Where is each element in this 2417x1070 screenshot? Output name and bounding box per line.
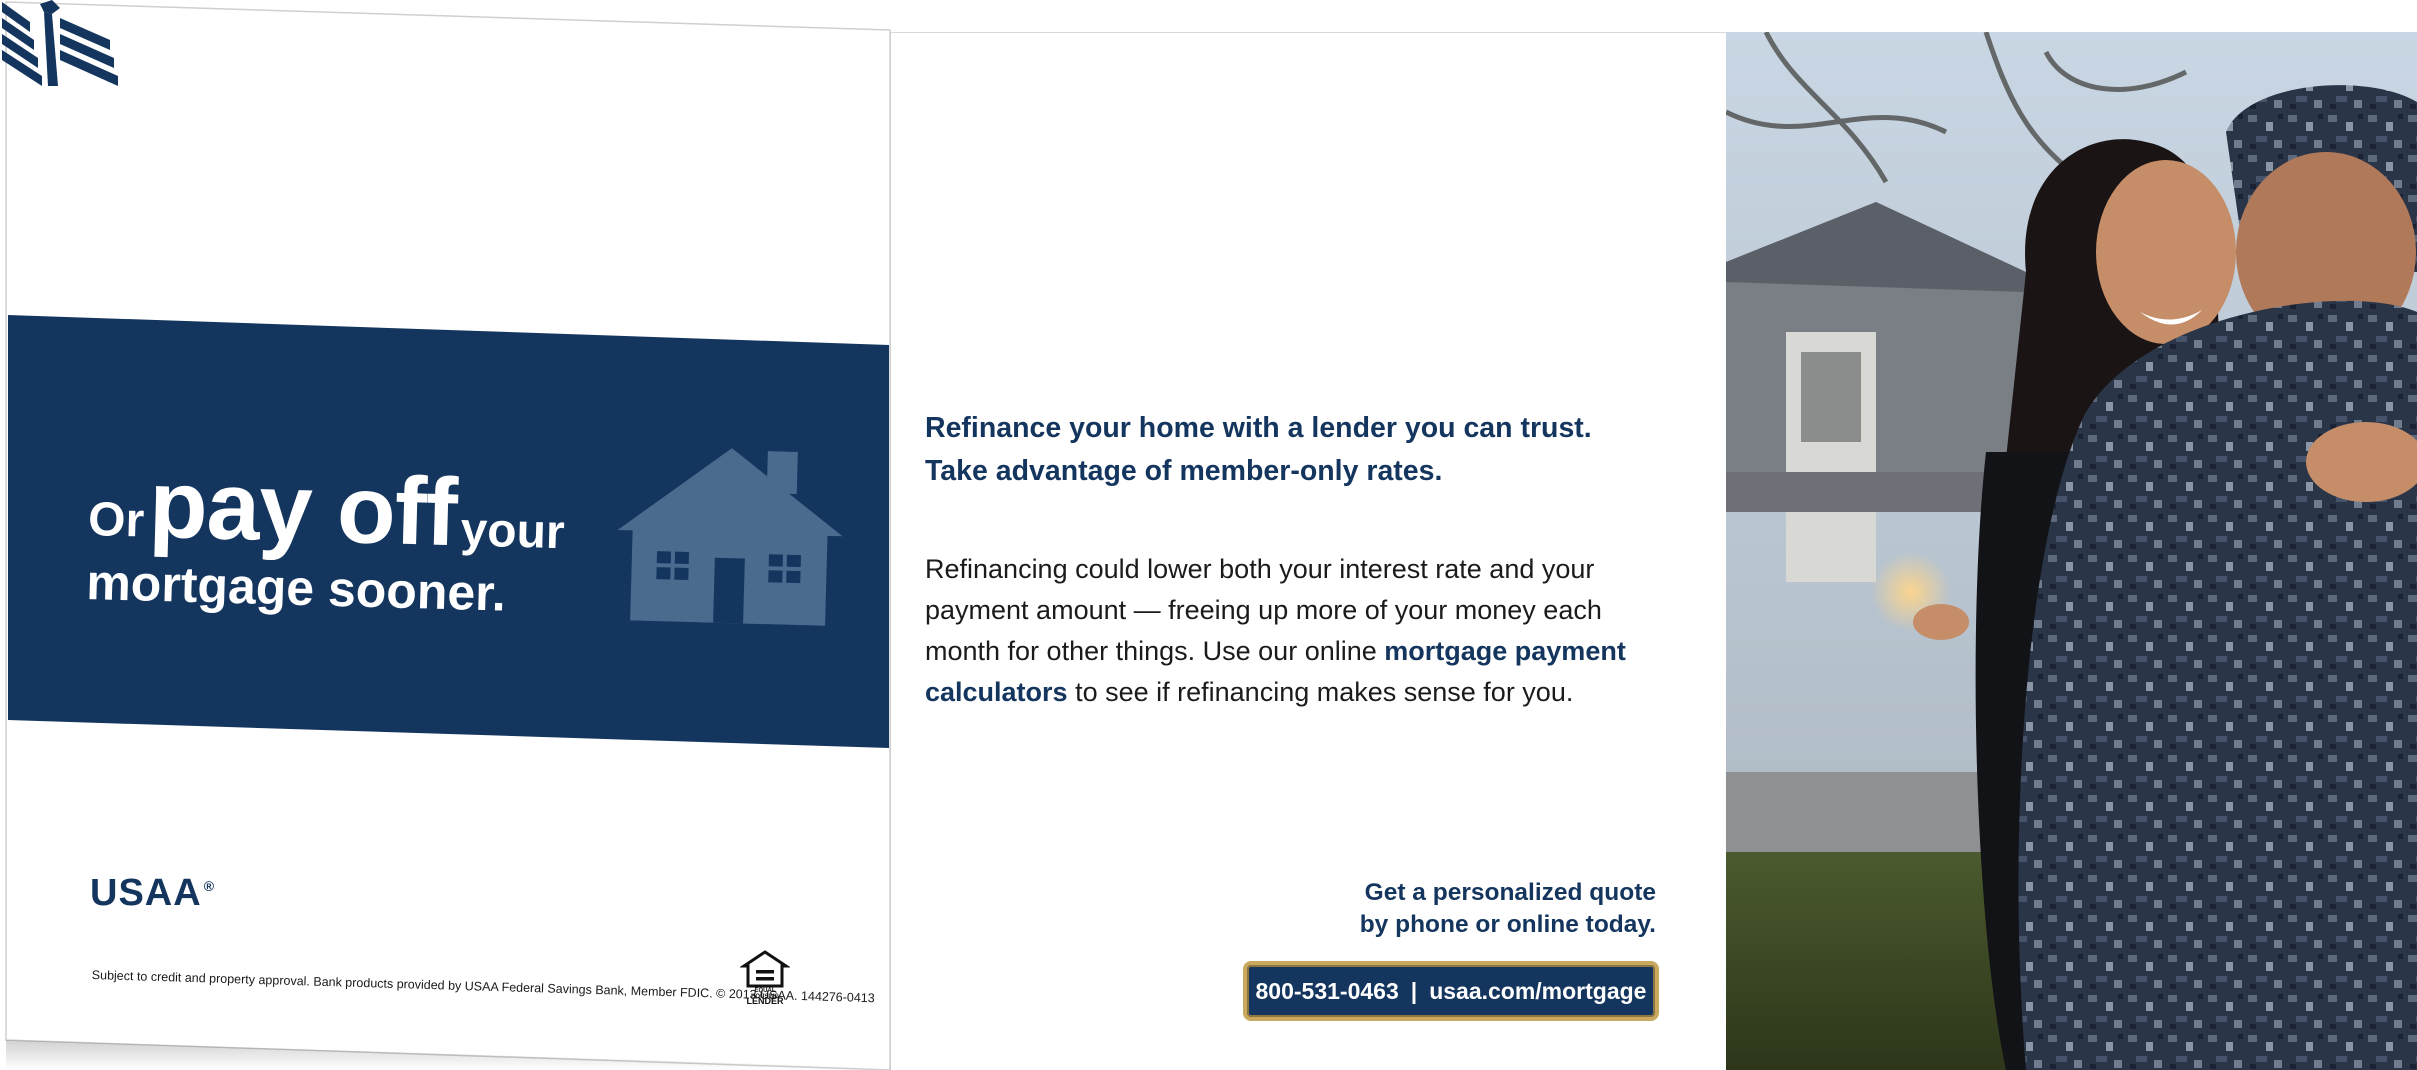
refinance-heading: Refinance your home with a lender you ca…: [925, 407, 1645, 493]
house-icon: [617, 448, 843, 626]
usaa-eagle-icon: [2, 0, 118, 86]
cta-line1: Get a personalized quote: [1364, 879, 1656, 906]
usaa-brand: USAA: [90, 872, 202, 914]
couple-embrace-photo: [1726, 32, 2417, 1070]
usaa-wordmark: USAA ®: [90, 872, 215, 915]
headline-line1: Or pay off your: [87, 451, 566, 567]
headline-line2: mortgage sooner.: [85, 553, 507, 622]
cta-text: Get a personalized quote by phone or onl…: [1236, 877, 1656, 941]
navy-band: [8, 315, 889, 748]
refinance-body: Refinancing could lower both your intere…: [925, 549, 1665, 713]
registered-mark: ®: [203, 878, 216, 894]
disclaimer: Subject to credit and property approval.…: [91, 968, 875, 1006]
mortgage-url[interactable]: usaa.com/mortgage: [1429, 978, 1646, 1005]
equal-housing-lender: EQUAL HOUSING LENDER: [740, 950, 790, 1006]
page-shadow: [6, 1040, 890, 1070]
heading-line2: Take advantage of member-only rates.: [925, 455, 1443, 487]
headline-or: Or: [87, 492, 145, 548]
left-page-sheet: [5, 1, 891, 1070]
contact-separator: |: [1410, 977, 1418, 1004]
cta-line2: by phone or online today.: [1359, 911, 1656, 938]
headline-pay-off: pay off: [147, 450, 459, 567]
body-text-part2: to see if refinancing makes sense for yo…: [1067, 677, 1574, 707]
photo-panel: [1726, 32, 2417, 1070]
eho-label-line1: EQUAL HOUSING: [750, 988, 779, 1000]
middle-panel: Refinance your home with a lender you ca…: [890, 32, 1726, 1070]
eho-label-line2: LENDER: [746, 996, 784, 1006]
equal-housing-icon: [740, 950, 790, 988]
phone-number[interactable]: 800-531-0463: [1256, 978, 1399, 1005]
headline: Or pay off your mortgage sooner.: [85, 451, 567, 622]
heading-line1: Refinance your home with a lender you ca…: [925, 412, 1592, 444]
contact-button[interactable]: 800-531-0463 | usaa.com/mortgage: [1243, 961, 1659, 1021]
headline-your: your: [459, 503, 566, 560]
brochure-spread: Or pay off your mortgage sooner. USAA®: [0, 0, 2417, 1070]
